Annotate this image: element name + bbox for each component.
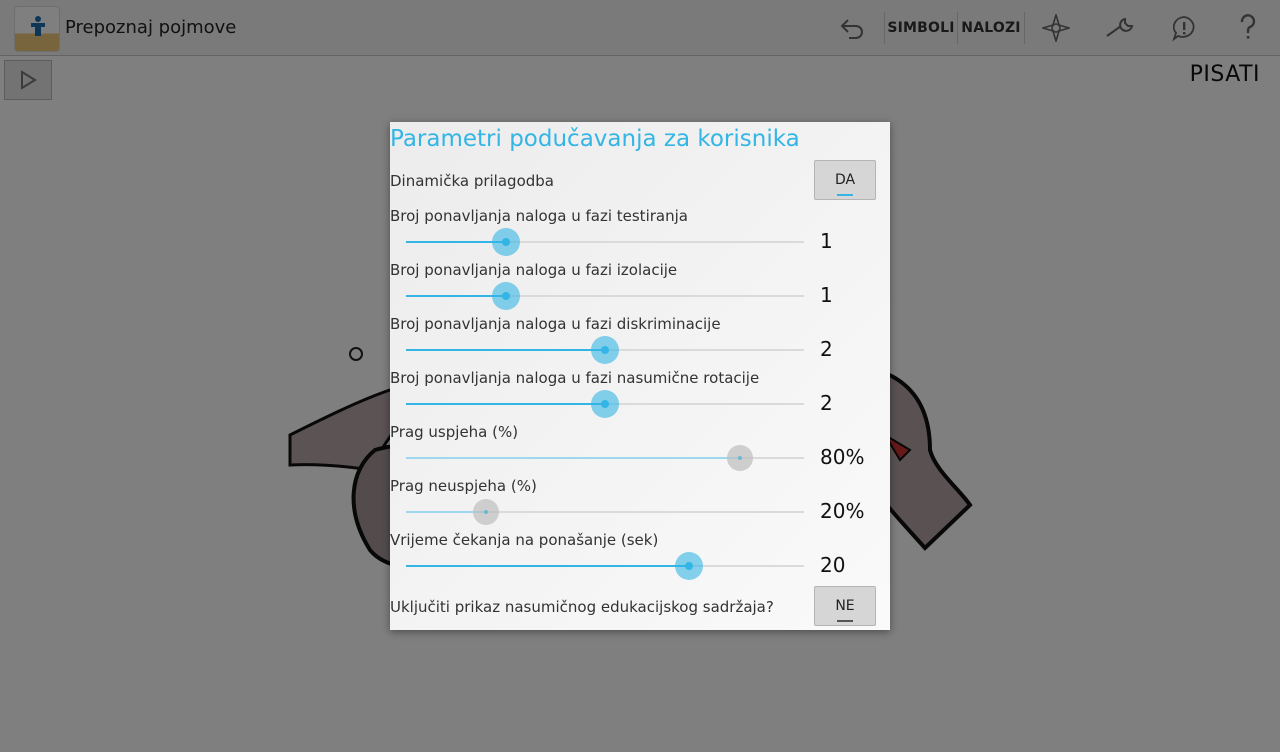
slider-thumb[interactable] [472,499,499,525]
slider-fill [406,457,741,459]
slider-label: Prag neuspjeha (%) [390,477,537,495]
slider-fill [406,403,605,405]
slider-fill [406,349,605,351]
parameter-slider[interactable] [406,495,804,529]
slider-label: Broj ponavljanja naloga u fazi izolacije [390,261,678,279]
slider-label: Broj ponavljanja naloga u fazi testiranj… [390,207,688,225]
toggle-text: DA [834,172,856,188]
slider-value: 20% [820,499,865,523]
slider-thumb[interactable] [727,445,754,471]
slider-thumb[interactable] [491,282,520,310]
slider-value: 2 [820,337,833,361]
random-content-label: Uključiti prikaz nasumičnog edukacijskog… [390,598,774,616]
slider-value: 1 [820,229,833,253]
slider-thumb[interactable] [591,390,619,418]
slider-label: Vrijeme čekanja na ponašanje (sek) [390,531,659,549]
parameter-slider[interactable] [406,333,804,367]
slider-thumb[interactable] [491,228,520,256]
toggle-text: NE [835,598,855,614]
teaching-parameters-dialog: Parametri podučavanja za korisnika Dinam… [390,122,890,630]
random-content-toggle[interactable]: NE [814,586,876,626]
slider-value: 80% [820,445,865,469]
toggle-indicator-off [837,620,853,622]
dynamic-adjustment-label: Dinamička prilagodba [390,172,554,190]
parameter-slider[interactable] [406,549,804,583]
dynamic-adjustment-toggle[interactable]: DA [814,160,876,200]
slider-value: 20 [820,553,846,577]
slider-label: Broj ponavljanja naloga u fazi diskrimin… [390,315,721,333]
slider-label: Broj ponavljanja naloga u fazi nasumične… [390,369,760,387]
parameter-slider[interactable] [406,441,804,475]
slider-value: 1 [820,283,833,307]
parameter-slider[interactable] [406,279,804,313]
slider-label: Prag uspjeha (%) [390,423,519,441]
slider-thumb[interactable] [674,552,703,580]
parameter-slider[interactable] [406,225,804,259]
slider-fill [406,295,506,297]
slider-value: 2 [820,391,833,415]
dialog-title: Parametri podučavanja za korisnika [390,126,800,152]
slider-fill [406,241,506,243]
slider-fill [406,565,689,567]
slider-thumb[interactable] [591,336,619,364]
toggle-indicator-on [837,194,853,196]
parameter-slider[interactable] [406,387,804,421]
